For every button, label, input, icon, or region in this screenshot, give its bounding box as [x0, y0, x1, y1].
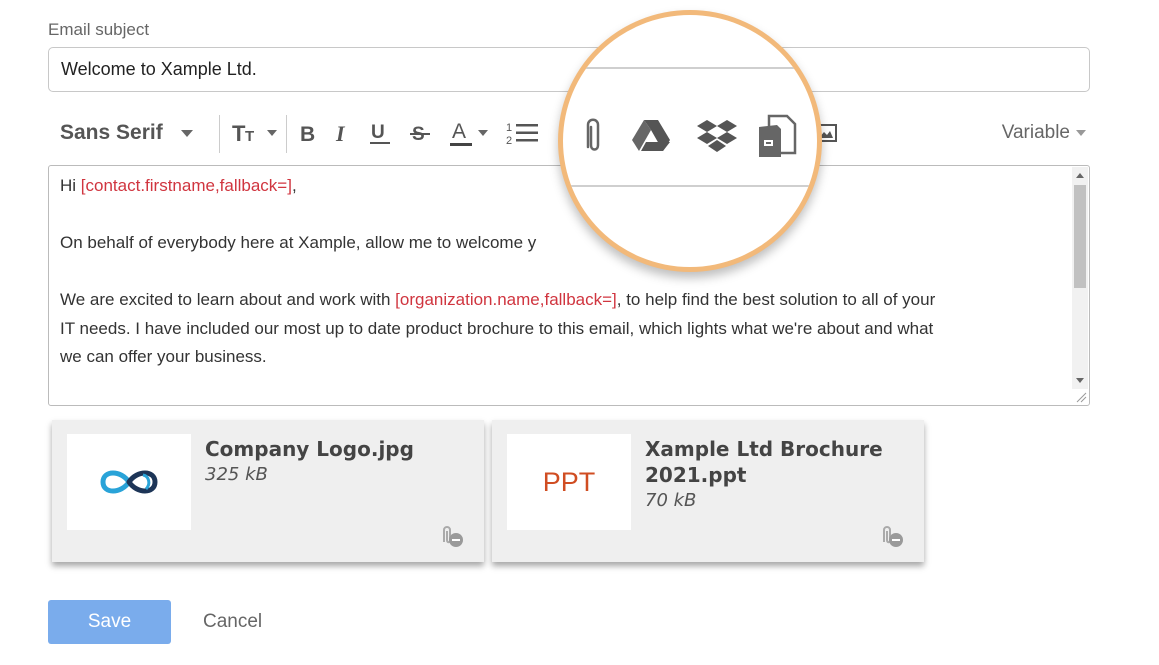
save-button[interactable]: Save: [48, 600, 171, 644]
remove-attachment-icon[interactable]: [438, 524, 464, 548]
scroll-down-icon[interactable]: [1076, 378, 1084, 383]
toolbar-divider: [286, 115, 287, 153]
bold-icon: B: [300, 123, 315, 145]
numbered-list-icon: 1 2: [506, 122, 538, 146]
document-library-icon[interactable]: [755, 113, 799, 159]
email-body-content[interactable]: Hi [contact.firstname,fallback=], On beh…: [60, 172, 1070, 372]
email-body-editor[interactable]: Hi [contact.firstname,fallback=], On beh…: [48, 165, 1090, 406]
cancel-button[interactable]: Cancel: [203, 600, 262, 644]
ppt-thumb-label: PPT: [542, 466, 596, 497]
excited-paragraph: We are excited to learn about and work w…: [60, 290, 936, 309]
organization-name-variable: [organization.name,fallback=]: [395, 290, 617, 309]
resize-handle-icon[interactable]: [1075, 391, 1087, 403]
editor-scrollbar[interactable]: [1072, 167, 1088, 389]
toolbar-divider: [219, 115, 220, 153]
underline-button[interactable]: U: [369, 110, 391, 156]
magnifier-divider: [563, 185, 817, 187]
magnifier-divider: [563, 67, 817, 69]
strikethrough-icon: S: [410, 124, 430, 145]
company-logo-icon: [100, 470, 158, 494]
svg-text:I: I: [335, 121, 346, 145]
subject-input[interactable]: [48, 47, 1090, 92]
font-size-icon: T T: [232, 121, 254, 145]
chevron-down-icon: [180, 129, 193, 137]
scroll-up-icon[interactable]: [1076, 173, 1084, 178]
chevron-down-icon: [1076, 130, 1086, 136]
toolbar-magnifier: [558, 10, 822, 272]
welcome-paragraph: On behalf of everybody here at Xample, a…: [60, 233, 714, 252]
svg-text:T: T: [245, 128, 254, 145]
chevron-down-icon: [478, 130, 488, 136]
remove-attachment-icon[interactable]: [878, 524, 904, 548]
italic-button[interactable]: I: [334, 110, 352, 156]
google-drive-icon[interactable]: [631, 118, 671, 152]
svg-text:U: U: [371, 122, 385, 143]
variable-dropdown[interactable]: Variable: [1002, 110, 1086, 156]
svg-text:2: 2: [506, 135, 512, 146]
attachment-thumbnail: PPT: [507, 434, 631, 530]
variable-label: Variable: [1001, 122, 1070, 143]
attachment-icon[interactable]: [581, 115, 605, 155]
excited-paragraph-line2: IT needs. I have included our most up to…: [60, 318, 934, 338]
attachment-size: 325 kB: [205, 464, 268, 485]
subject-label: Email subject: [48, 20, 150, 39]
text-color-icon: A: [450, 120, 472, 146]
chevron-down-icon: [267, 130, 277, 136]
svg-text:B: B: [300, 123, 315, 145]
italic-icon: I: [335, 121, 346, 145]
attachment-card: PPT Xample Ltd Brochure 2021.ppt 70 kB: [492, 420, 924, 562]
contact-firstname-variable: [contact.firstname,fallback=]: [80, 176, 292, 195]
font-size-button[interactable]: T T: [232, 110, 277, 156]
svg-text:1: 1: [506, 122, 512, 134]
font-family-label: Sans Serif: [60, 121, 163, 144]
text-color-button[interactable]: A: [449, 110, 488, 156]
excited-paragraph-line3: we can offer your business.: [60, 347, 267, 366]
strikethrough-button[interactable]: S: [409, 110, 431, 156]
attachment-size: 70 kB: [645, 490, 697, 511]
numbered-list-button[interactable]: 1 2: [506, 110, 540, 156]
svg-text:T: T: [232, 121, 246, 145]
attachment-card: Company Logo.jpg 325 kB: [52, 420, 484, 562]
scroll-thumb[interactable]: [1074, 185, 1086, 288]
attachment-thumbnail: [67, 434, 191, 530]
attachment-name: Xample Ltd Brochure 2021.ppt 70 kB: [645, 436, 915, 514]
dropbox-icon[interactable]: [697, 119, 737, 153]
bold-button[interactable]: B: [299, 110, 317, 156]
attachment-name: Company Logo.jpg 325 kB: [205, 436, 475, 488]
svg-text:A: A: [452, 120, 466, 143]
font-family-select[interactable]: Sans Serif: [60, 110, 193, 156]
underline-icon: U: [370, 122, 390, 144]
